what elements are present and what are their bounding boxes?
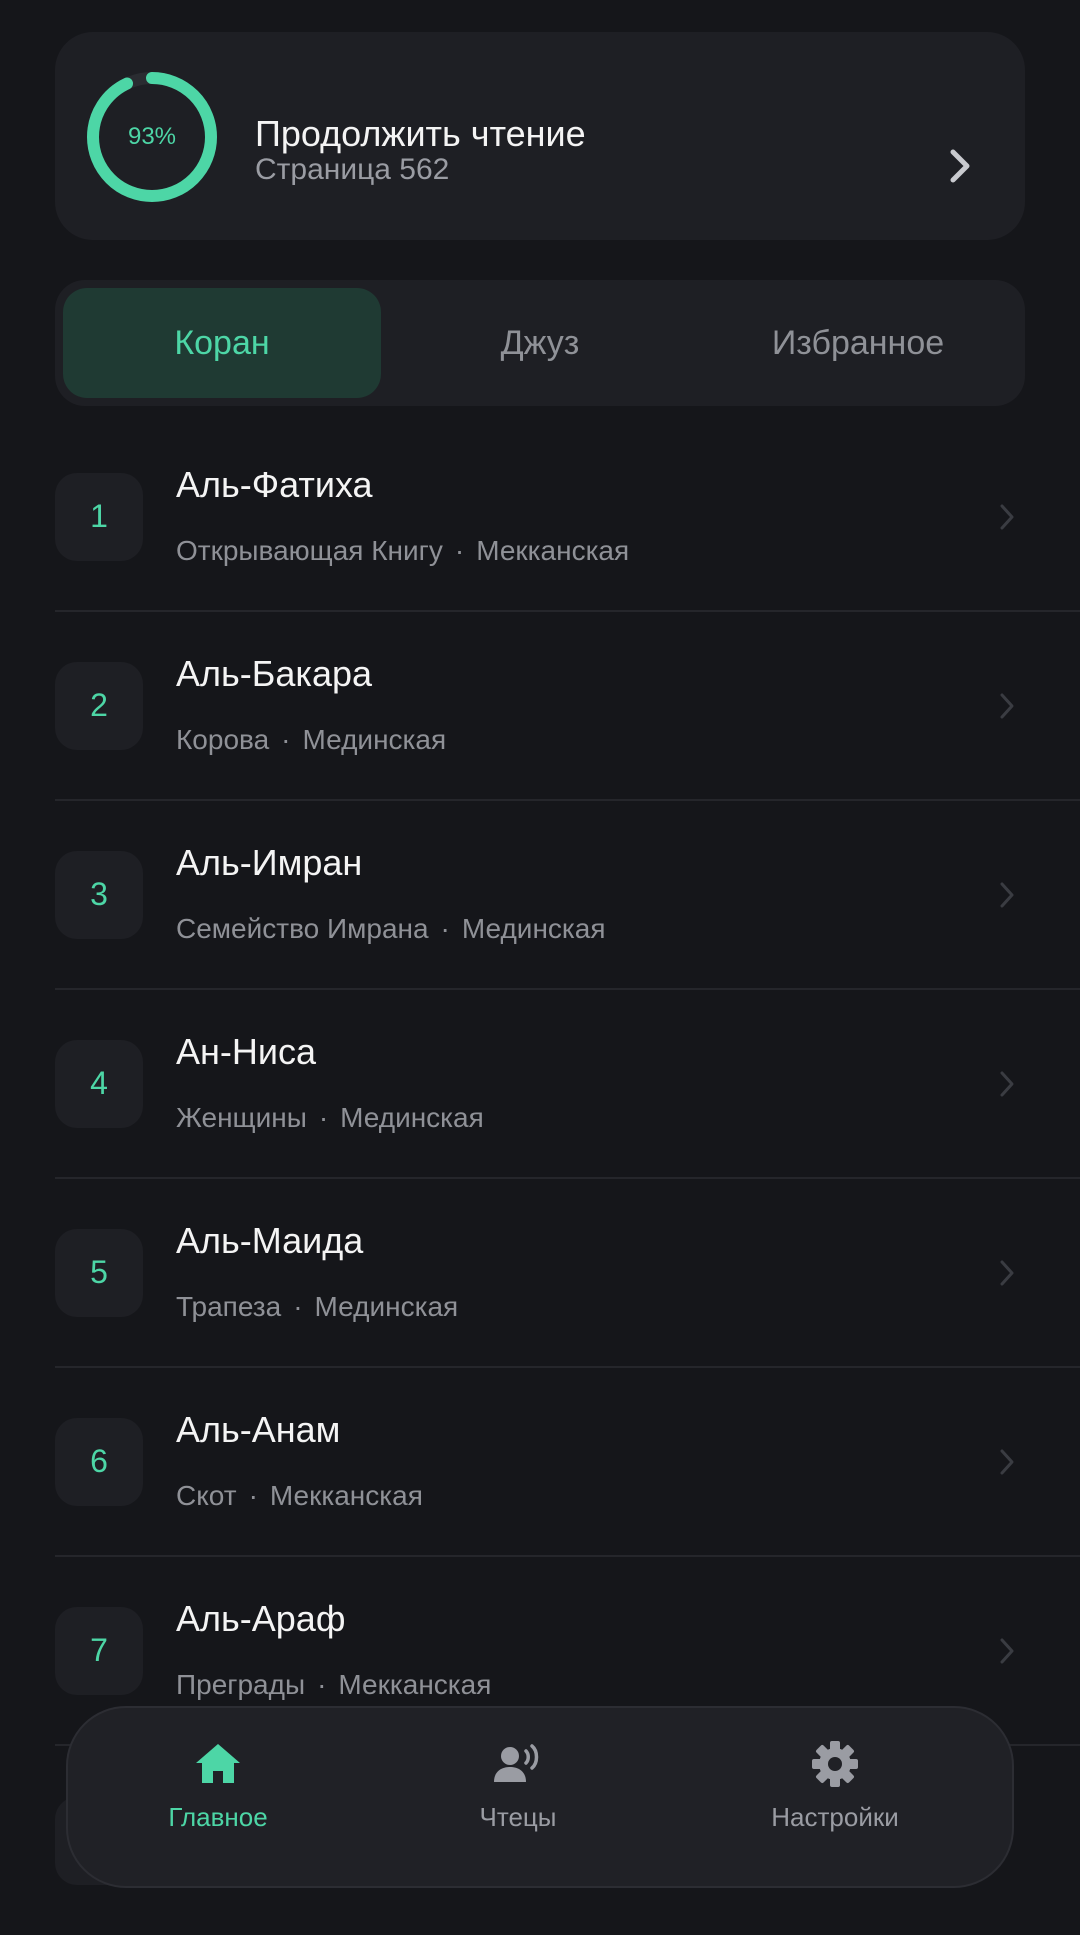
chevron-right-icon	[1000, 1071, 1014, 1096]
surah-meta: Открывающая Книгу · Мекканская	[176, 535, 629, 567]
bottom-navigation: Главное Чтецы Настройки	[66, 1706, 1014, 1888]
surah-origin: Мединская	[461, 913, 606, 944]
section-tabs: Коран Джуз Избранное	[55, 280, 1025, 406]
chevron-right-icon	[1000, 882, 1014, 907]
surah-meaning: Корова	[176, 724, 270, 755]
surah-origin: Мекканская	[338, 1669, 492, 1700]
surah-number: 3	[55, 850, 143, 939]
nav-reciters-label: Чтецы	[479, 1802, 557, 1832]
surah-name: Аль-Анам	[176, 1409, 341, 1450]
home-icon	[196, 1744, 240, 1783]
separator-dot: ·	[293, 1291, 303, 1322]
surah-meaning: Семейство Имрана	[176, 913, 429, 944]
separator-dot: ·	[281, 724, 291, 755]
surah-origin: Мединская	[302, 724, 447, 755]
chevron-right-icon	[1000, 1260, 1014, 1285]
gear-icon	[812, 1741, 858, 1787]
chevron-right-icon	[1000, 1449, 1014, 1474]
surah-row[interactable]: 5 Аль-Маида Трапеза · Мединская	[55, 1179, 1080, 1368]
continue-reading-page: Страница 562	[255, 153, 450, 186]
surah-meta: Корова · Мединская	[176, 724, 446, 756]
progress-percent: 93%	[127, 123, 177, 150]
surah-origin: Мединская	[340, 1102, 484, 1133]
separator-dot: ·	[248, 1480, 258, 1511]
continue-reading-title: Продолжить чтение	[255, 113, 586, 154]
surah-row[interactable]: 6 Аль-Анам Скот · Мекканская	[55, 1368, 1080, 1557]
surah-meaning: Преграды	[176, 1669, 306, 1700]
surah-number: 1	[55, 472, 143, 561]
surah-origin: Мекканская	[269, 1480, 423, 1511]
surah-row[interactable]: 4 Ан-Ниса Женщины · Мединская	[55, 990, 1080, 1179]
surah-number: 6	[55, 1417, 143, 1506]
surah-row[interactable]: 1 Аль-Фатиха Открывающая Книгу · Мекканска…	[55, 423, 1080, 612]
surah-row[interactable]: 3 Аль-Имран Семейство Имрана · Мединская	[55, 801, 1080, 990]
surah-name: Аль-Бакара	[176, 653, 373, 694]
separator-dot: ·	[440, 913, 450, 944]
tab-favorites[interactable]: Избранное	[699, 288, 1017, 398]
chevron-right-icon	[1000, 693, 1014, 718]
surah-number: 2	[55, 661, 143, 750]
surah-meta: Женщины · Мединская	[176, 1102, 484, 1134]
surah-meaning: Скот	[176, 1480, 237, 1511]
continue-reading-card[interactable]: 93% Продолжить чтение Страница 562	[55, 32, 1025, 240]
chevron-right-icon	[1000, 504, 1014, 529]
surah-name: Аль-Фатиха	[176, 464, 373, 505]
separator-dot: ·	[454, 535, 465, 566]
surah-meta: Семейство Имрана · Мединская	[176, 913, 606, 945]
nav-settings-label: Настройки	[771, 1802, 899, 1832]
surah-number: 4	[55, 1039, 143, 1128]
surah-name: Аль-Имран	[176, 842, 363, 883]
nav-settings[interactable]: Настройки	[685, 1708, 985, 1886]
surah-meaning: Женщины	[176, 1102, 307, 1133]
surah-meta: Преграды · Мекканская	[176, 1669, 491, 1701]
surah-name: Ан-Ниса	[176, 1031, 317, 1072]
chevron-right-icon	[950, 149, 970, 183]
nav-home[interactable]: Главное	[68, 1708, 368, 1886]
surah-number: 7	[55, 1606, 143, 1695]
surah-meta: Скот · Мекканская	[176, 1480, 423, 1512]
surah-name: Аль-Маида	[176, 1220, 364, 1261]
tab-juz[interactable]: Джуз	[381, 288, 699, 398]
separator-dot: ·	[318, 1102, 329, 1133]
surah-row[interactable]: 2 Аль-Бакара Корова · Мединская	[55, 612, 1080, 801]
nav-home-label: Главное	[168, 1802, 268, 1832]
surah-meta: Трапеза · Мединская	[176, 1291, 458, 1323]
reciter-icon	[494, 1744, 539, 1782]
nav-reciters[interactable]: Чтецы	[368, 1708, 668, 1886]
surah-number: 5	[55, 1228, 143, 1317]
surah-meaning: Открывающая Книгу	[176, 535, 443, 566]
chevron-right-icon	[1000, 1638, 1014, 1663]
surah-meaning: Трапеза	[176, 1291, 282, 1322]
separator-dot: ·	[317, 1669, 327, 1700]
surah-origin: Мединская	[314, 1291, 459, 1322]
tab-quran[interactable]: Коран	[63, 288, 381, 398]
surah-origin: Мекканская	[476, 535, 630, 566]
surah-name: Аль-Араф	[176, 1598, 346, 1639]
reading-progress-ring: 93%	[85, 70, 219, 204]
